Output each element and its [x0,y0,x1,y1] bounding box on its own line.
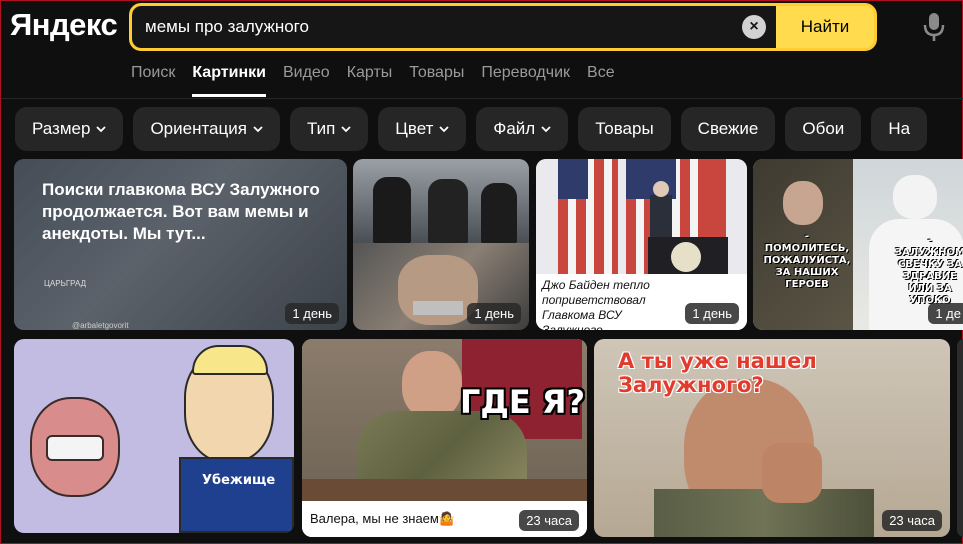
search-tabs: Поиск Картинки Видео Карты Товары Перево… [131,63,632,97]
find-button[interactable]: Найти [776,6,874,48]
filter-type[interactable]: Тип [289,107,369,151]
filter-color[interactable]: Цвет [378,107,467,151]
result-title: Поиски главкома ВСУ Залужного продолжает… [42,180,320,243]
age-badge: 1 день [467,303,521,324]
meme-text: ГДЕ Я? [460,383,586,421]
chevron-down-icon [439,126,450,133]
yandex-logo[interactable]: Яндекс [10,7,118,43]
image-result[interactable]: ГДЕ Я? Валера, мы не знаем🤷 23 часа [302,339,587,537]
tab-video[interactable]: Видео [283,63,330,97]
search-input[interactable] [132,6,776,48]
image-result[interactable]: А ты уже нашел Залужного? 23 часа [594,339,950,537]
header: Яндекс × Найти Поиск Картинки Видео Карт… [1,1,963,99]
filter-products[interactable]: Товары [578,107,671,151]
age-badge: 23 часа [882,510,942,531]
age-badge: 1 день [685,303,739,324]
shirt-text: Убежище [202,473,276,488]
meme-text: - ЗАЛУЖНОМ СВЕЧКУ ЗА ЗДРАВИЕ ИЛИ ЗА УПОК… [895,235,963,306]
clear-icon[interactable]: × [742,15,766,39]
chevron-down-icon [96,126,107,133]
chevron-down-icon [341,126,351,133]
image-result[interactable]: Джо Байден тепло поприветствовал Главком… [536,159,747,330]
filter-more[interactable]: На [871,107,928,151]
chevron-down-icon [541,126,551,133]
filter-file[interactable]: Файл [476,107,569,151]
age-badge: 1 день [285,303,339,324]
filter-wallpapers[interactable]: Обои [785,107,862,151]
filter-fresh[interactable]: Свежие [680,107,776,151]
meme-text: - ПОМОЛИТЕСЬ, ПОЖАЛУЙСТА, ЗА НАШИХ ГЕРОЕ… [763,231,851,290]
search-bar: × Найти [129,3,877,51]
image-result[interactable]: - ПОМОЛИТЕСЬ, ПОЖАЛУЙСТА, ЗА НАШИХ ГЕРОЕ… [753,159,963,330]
age-badge: 23 часа [519,510,579,531]
filter-size[interactable]: Размер [15,107,124,151]
tab-search[interactable]: Поиск [131,63,175,97]
image-result[interactable]: 1 день [353,159,529,330]
age-badge: 1 де [928,303,963,324]
tab-products[interactable]: Товары [409,63,464,97]
watermark: @arbaletgovorit [72,321,129,330]
tab-images[interactable]: Картинки [192,63,266,97]
source-mark: ЦАРЬГРАД [44,279,86,288]
image-result[interactable]: Поиски главкома ВСУ Залужного продолжает… [14,159,347,330]
tab-all[interactable]: Все [587,63,615,97]
tab-maps[interactable]: Карты [347,63,393,97]
filter-chips: Размер Ориентация Тип Цвет Файл Товары С… [15,107,928,151]
tab-translator[interactable]: Переводчик [481,63,570,97]
image-result[interactable] [957,339,963,537]
microphone-icon[interactable] [923,12,945,42]
image-result[interactable]: Убежище [14,339,294,533]
flag-background [536,159,747,274]
filter-orientation[interactable]: Ориентация [133,107,280,151]
meme-text: А ты уже нашел Залужного? [618,349,817,397]
chevron-down-icon [253,126,263,133]
